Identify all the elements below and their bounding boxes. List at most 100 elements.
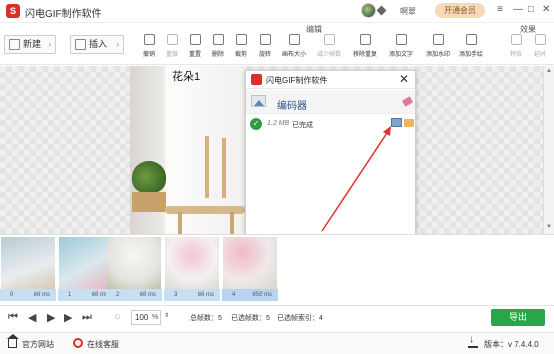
open-folder-icon[interactable] <box>404 119 414 127</box>
clear-eraser-icon[interactable] <box>401 96 414 107</box>
new-file-icon <box>9 39 20 50</box>
last-frame-icon[interactable]: ⏭ <box>82 311 92 324</box>
delay-button[interactable]: 延时 <box>525 34 554 58</box>
minimize-button[interactable]: — <box>513 4 523 16</box>
canvas-size-button[interactable]: 画布大小 <box>279 34 309 58</box>
dialog-header: 闪电GIF制作软件 ✕ <box>246 71 415 89</box>
export-button[interactable]: 导出 <box>491 309 545 326</box>
download-icon[interactable] <box>468 334 478 348</box>
insert-icon <box>75 39 86 50</box>
scroll-down-icon[interactable]: ▼ <box>546 224 552 230</box>
add-watermark-button[interactable]: 添加水印 <box>423 34 453 58</box>
vip-diamond-icon <box>376 5 387 16</box>
zoom-stepper-icon[interactable]: ⇕ <box>164 312 169 319</box>
canvas-size-icon <box>288 34 300 45</box>
frame-duration[interactable]: 66 ms <box>34 289 50 301</box>
official-website-link[interactable]: 官方网站 <box>22 339 54 350</box>
maximize-button[interactable]: □ <box>528 4 534 16</box>
username[interactable]: 啊翠 <box>400 6 416 17</box>
text-icon <box>395 34 407 45</box>
new-button-label: 新建 <box>23 39 42 49</box>
canvas-scrollbar[interactable]: ▲ ▼ <box>543 66 554 234</box>
remove-duplicates-label: 移除重复 <box>352 52 377 58</box>
frame-image <box>1 237 55 289</box>
reduce-frames-button[interactable]: 减少帧数 <box>314 34 344 58</box>
frame-index: 1 <box>68 292 72 298</box>
delay-label: 延时 <box>533 52 546 58</box>
title-bar: S 闪电GIF制作软件 啊翠 开通会员 ≡ — □ ✕ <box>0 0 554 23</box>
rotate-label: 旋转 <box>258 52 271 58</box>
frame-info-bar: 4 650 ms <box>222 289 278 301</box>
encoder-header: 编码器 <box>246 90 415 114</box>
insert-button-label: 插入 <box>89 39 108 49</box>
status-bar: 官方网站 在线客服 版本：v 7.4.4.0 <box>0 332 554 354</box>
total-frames: 总帧数：5 <box>190 315 222 322</box>
add-drawing-button[interactable]: 添加手绘 <box>456 34 486 58</box>
encoder-image-icon <box>251 95 266 107</box>
selected-frame-index: 已选帧索引：4 <box>277 315 323 322</box>
add-watermark-label: 添加水印 <box>425 52 450 58</box>
undo-icon <box>143 34 155 45</box>
rotate-icon <box>259 34 271 45</box>
frame-index: 2 <box>116 292 120 298</box>
frame-duration[interactable]: 66 ms <box>140 289 156 301</box>
frame-image <box>107 237 161 289</box>
redo-icon <box>166 34 178 45</box>
trash-icon <box>212 34 224 45</box>
frame-thumbnail-selected[interactable]: 4 650 ms <box>222 237 278 301</box>
encode-status: 已完成 <box>292 122 313 129</box>
frame-thumbnail[interactable]: 0 66 ms <box>0 237 56 301</box>
reset-icon <box>189 34 201 45</box>
frame-filmstrip: 0 66 ms 1 66 ms 2 66 ms 3 66 ms 4 650 ms <box>0 234 554 301</box>
frame-index: 3 <box>174 292 178 298</box>
version-label: 版本：v 7.4.4.0 <box>484 340 539 349</box>
app-logo-icon <box>251 74 262 85</box>
avatar[interactable] <box>361 3 376 18</box>
output-file-size: 1.2 MB <box>267 120 290 127</box>
next-frame-icon[interactable]: ▶ <box>64 311 72 324</box>
scroll-up-icon[interactable]: ▲ <box>546 68 552 74</box>
reduce-frames-label: 减少帧数 <box>316 52 341 58</box>
dialog-close-button[interactable]: ✕ <box>399 72 409 86</box>
online-service-link[interactable]: 在线客服 <box>87 339 119 350</box>
home-icon[interactable] <box>7 334 19 348</box>
frame-image <box>59 237 113 289</box>
frame-index: 4 <box>232 292 236 298</box>
menu-icon[interactable]: ≡ <box>497 4 503 16</box>
encoder-title: 编码器 <box>277 101 307 112</box>
delay-icon <box>534 34 546 45</box>
customer-service-icon[interactable] <box>73 338 83 348</box>
new-button[interactable]: 新建 › <box>4 35 56 54</box>
frame-caption-text[interactable]: 花朵1 <box>172 68 200 84</box>
player-bar: ⏮ ◀ ▶ ▶ ⏭ ○ 100 % ⇕ 总帧数：5 已选帧数：5 已选帧索引：4… <box>0 305 554 329</box>
rotate-button[interactable]: 旋转 <box>250 34 280 58</box>
frame-image <box>165 237 219 289</box>
app-title: 闪电GIF制作软件 <box>25 9 102 20</box>
zoom-search-icon: ○ <box>114 311 121 323</box>
frame-thumbnail[interactable]: 2 66 ms <box>106 237 162 301</box>
first-frame-icon[interactable]: ⏮ <box>8 311 18 324</box>
chevron-right-icon: › <box>116 40 119 49</box>
frame-duration[interactable]: 66 ms <box>198 289 214 301</box>
canvas-size-label: 画布大小 <box>281 52 306 58</box>
pencil-icon <box>465 34 477 45</box>
frame-info-bar: 2 66 ms <box>106 289 162 301</box>
dialog-title: 闪电GIF制作软件 <box>266 76 328 85</box>
check-circle-icon: ✓ <box>250 118 262 130</box>
app-logo-icon: S <box>6 4 20 18</box>
frame-thumbnail[interactable]: 3 66 ms <box>164 237 220 301</box>
crop-icon <box>235 34 247 45</box>
toolbar: 新建 › 插入 › 编辑 效果 撤销 重做 重置 删除 裁剪 旋转 画布大小 减… <box>0 23 554 65</box>
effects-icon <box>510 34 522 45</box>
reduce-frames-icon <box>323 34 335 45</box>
close-window-button[interactable]: ✕ <box>542 4 550 16</box>
preview-image-icon[interactable] <box>391 118 402 127</box>
add-text-button[interactable]: 添加文字 <box>386 34 416 58</box>
frame-duration[interactable]: 650 ms <box>252 289 272 301</box>
previous-frame-icon[interactable]: ◀ <box>28 311 36 324</box>
frame-preview-image <box>130 66 247 234</box>
play-icon[interactable]: ▶ <box>47 311 55 324</box>
vip-button[interactable]: 开通会员 <box>435 3 485 18</box>
insert-button[interactable]: 插入 › <box>70 35 124 54</box>
remove-duplicates-button[interactable]: 移除重复 <box>350 34 380 58</box>
